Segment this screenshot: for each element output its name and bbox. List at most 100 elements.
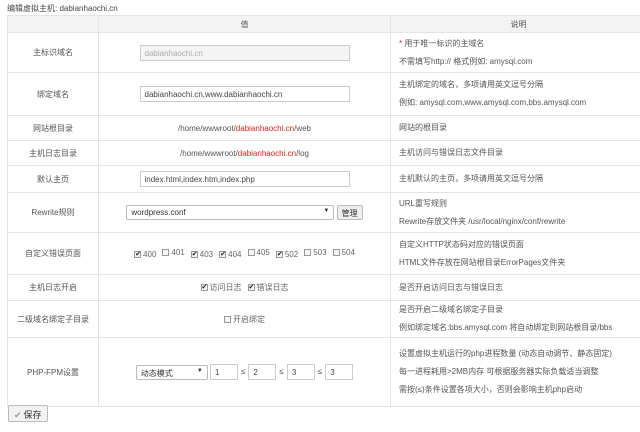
checkbox-checked-icon: ✔ bbox=[134, 251, 142, 258]
row-error-pages: 自定义错误页面 ✔ 400 401 ✔ 403 ✔ 404 405 ✔ 502 503 504 自定义… bbox=[7, 232, 640, 275]
desc: 自定义HTTP状态码对应的错误页面 bbox=[399, 239, 524, 249]
row-logs: 主机日志开启 ✔ 访问日志 ✔ 错误日志 是否开启访问日志与错误日志 bbox=[7, 274, 640, 301]
row-label: 默认主页 bbox=[7, 165, 99, 193]
path-suffix: /web bbox=[294, 123, 311, 133]
row-root-dir: 网站根目录 /home/wwwroot/dabianhaochi.cn/web … bbox=[7, 115, 640, 141]
checkbox-label: 503 bbox=[313, 248, 327, 257]
checkbox-label: 403 bbox=[199, 250, 214, 259]
fpm-value-2[interactable]: 2 bbox=[248, 364, 277, 380]
rewrite-select[interactable]: wordpress.conf ▼ bbox=[126, 205, 335, 220]
desc: URL重写规则 bbox=[399, 198, 448, 208]
subdomain-bind-checkbox[interactable]: 开启绑定 bbox=[224, 314, 265, 325]
checkbox-checked-icon: ✔ bbox=[200, 284, 208, 291]
main-domain-input[interactable]: dabianhaochi.cn bbox=[139, 44, 350, 61]
row-label: 绑定域名 bbox=[7, 72, 99, 116]
le-sign: ≤ bbox=[241, 367, 246, 377]
fpm-mode-select[interactable]: 动态模式 ▼ bbox=[135, 364, 208, 380]
desc: 主机默认的主页，多项请用英文逗号分隔 bbox=[390, 165, 640, 193]
error-code-checkbox-503[interactable]: 503 bbox=[304, 248, 327, 257]
checkbox-label: 错误日志 bbox=[256, 283, 289, 292]
select-value: wordpress.conf bbox=[131, 208, 186, 217]
checkbox-unchecked-icon bbox=[247, 249, 255, 256]
desc: 例如绑定域名:bbs.amysql.com 将自动绑定到网站根目录/bbs bbox=[399, 323, 613, 332]
desc: 用于唯一标识的主域名 bbox=[404, 38, 485, 48]
access-log-checkbox[interactable]: ✔ 访问日志 bbox=[200, 282, 242, 293]
error-code-checkbox-502[interactable]: ✔ 502 bbox=[275, 250, 299, 259]
checkbox-unchecked-icon bbox=[332, 249, 340, 256]
checkbox-label: 开启绑定 bbox=[233, 314, 265, 324]
manage-button[interactable]: 管理 bbox=[336, 205, 363, 220]
desc: 网站的根目录 bbox=[390, 115, 640, 141]
row-bind-domain: 绑定域名 dabianhaochi.cn,www.dabianhaochi.cn… bbox=[7, 72, 640, 116]
row-log-dir: 主机日志目录 /home/wwwroot/dabianhaochi.cn/log… bbox=[7, 140, 640, 166]
error-code-checkbox-405[interactable]: 405 bbox=[247, 248, 270, 257]
desc: 每一进程耗用>2MB内存 可根据服务器实际负载适当调整 bbox=[399, 367, 599, 376]
save-label: 保存 bbox=[23, 410, 42, 420]
row-label: 二级域名绑定子目录 bbox=[7, 300, 99, 338]
desc: 是否开启二级域名绑定子目录 bbox=[399, 305, 503, 314]
error-code-checkbox-504[interactable]: 504 bbox=[332, 248, 355, 257]
path-prefix: /home/wwwroot/ bbox=[180, 148, 238, 158]
row-label: 主标识域名 bbox=[7, 32, 99, 73]
check-icon: ✔ bbox=[14, 410, 22, 420]
desc: 主机绑定的域名，多项请用英文逗号分隔 bbox=[399, 80, 543, 89]
dropdown-arrow-icon: ▼ bbox=[196, 367, 203, 374]
row-label: 自定义错误页面 bbox=[7, 232, 99, 275]
log-dir-path: /home/wwwroot/dabianhaochi.cn/log bbox=[98, 140, 391, 166]
checkbox-label: 访问日志 bbox=[209, 283, 242, 292]
row-label: PHP-FPM设置 bbox=[7, 337, 99, 407]
le-sign: ≤ bbox=[317, 367, 323, 377]
checkbox-label: 405 bbox=[256, 248, 270, 257]
checkbox-label: 502 bbox=[284, 250, 299, 259]
checkbox-checked-icon: ✔ bbox=[190, 251, 198, 258]
vhost-settings-table: 值说明 主标识域名 dabianhaochi.cn * 用于唯一标识的主域名 不需… bbox=[7, 15, 640, 407]
desc: 需按(≤)条件设置各项大小，否则会影响主机php启动 bbox=[399, 385, 583, 394]
row-main-domain: 主标识域名 dabianhaochi.cn * 用于唯一标识的主域名 不需填写ht… bbox=[7, 32, 640, 73]
error-code-checkbox-404[interactable]: ✔ 404 bbox=[219, 250, 242, 259]
desc: Rewrite存放文件夹 /usr/local/nginx/conf/rewri… bbox=[399, 216, 566, 226]
path-suffix: /log bbox=[296, 148, 309, 158]
checkbox-checked-icon: ✔ bbox=[275, 251, 283, 258]
select-value: 动态模式 bbox=[140, 368, 173, 378]
row-label: 网站根目录 bbox=[7, 115, 99, 141]
desc: 例如: amysql.com,www.amysql.com,bbs.amysql… bbox=[399, 98, 587, 107]
save-button[interactable]: ✔ 保存 bbox=[8, 405, 48, 422]
row-label: 主机日志目录 bbox=[7, 140, 99, 166]
error-code-checkbox-401[interactable]: 401 bbox=[162, 248, 185, 257]
checkbox-checked-icon: ✔ bbox=[247, 284, 255, 291]
desc: 设置虚拟主机运行的php进程数量 (动态自动调节、静态固定) bbox=[399, 349, 612, 358]
root-dir-path: /home/wwwroot/dabianhaochi.cn/web bbox=[98, 115, 391, 141]
dropdown-arrow-icon: ▼ bbox=[323, 208, 330, 214]
fpm-value-4[interactable]: 3 bbox=[325, 364, 354, 380]
row-label: Rewrite规则 bbox=[7, 192, 99, 233]
error-code-checkboxes: ✔ 400 401 ✔ 403 ✔ 404 405 ✔ 502 503 504 bbox=[98, 232, 391, 275]
error-code-checkbox-400[interactable]: ✔ 400 bbox=[134, 250, 156, 259]
le-sign: ≤ bbox=[279, 367, 284, 377]
path-domain: dabianhaochi.cn bbox=[235, 123, 295, 133]
header-desc: 说明 bbox=[390, 15, 640, 33]
checkbox-unchecked-icon bbox=[224, 315, 231, 323]
row-rewrite: Rewrite规则 wordpress.conf ▼ 管理 URL重写规则 Rewr… bbox=[7, 192, 640, 233]
desc: 是否开启访问日志与错误日志 bbox=[390, 274, 640, 301]
checkbox-checked-icon: ✔ bbox=[219, 251, 227, 258]
checkbox-label: 404 bbox=[228, 250, 242, 259]
checkbox-label: 400 bbox=[143, 250, 157, 259]
checkbox-label: 401 bbox=[171, 248, 185, 257]
fpm-value-1[interactable]: 1 bbox=[210, 364, 239, 380]
path-prefix: /home/wwwroot/ bbox=[178, 123, 236, 133]
desc: HTML文件存放在网站根目录ErrorPages文件夹 bbox=[399, 257, 566, 267]
bind-domain-input[interactable]: dabianhaochi.cn,www.dabianhaochi.cn bbox=[139, 86, 350, 102]
page-title: 编辑虚拟主机: dabianhaochi.cn bbox=[7, 4, 118, 13]
checkbox-unchecked-icon bbox=[162, 249, 170, 256]
checkbox-label: 504 bbox=[341, 248, 355, 257]
error-log-checkbox[interactable]: ✔ 错误日志 bbox=[247, 282, 289, 293]
path-domain: dabianhaochi.cn bbox=[237, 148, 297, 158]
desc: 主机访问与错误日志文件目录 bbox=[390, 140, 640, 166]
checkbox-unchecked-icon bbox=[304, 249, 312, 256]
row-php-fpm: PHP-FPM设置 动态模式 ▼ 1 ≤2 ≤3 ≤3 设置虚拟主机运行的php进程数量… bbox=[7, 337, 640, 407]
error-code-checkbox-403[interactable]: ✔ 403 bbox=[190, 250, 214, 259]
fpm-value-3[interactable]: 3 bbox=[286, 364, 315, 380]
row-subdomain: 二级域名绑定子目录 开启绑定 是否开启二级域名绑定子目录例如绑定域名:bbs.a… bbox=[7, 300, 640, 338]
index-input[interactable]: index.html,index.htm,index.php bbox=[139, 171, 350, 187]
row-index: 默认主页 index.html,index.htm,index.php 主机默认… bbox=[7, 165, 640, 193]
